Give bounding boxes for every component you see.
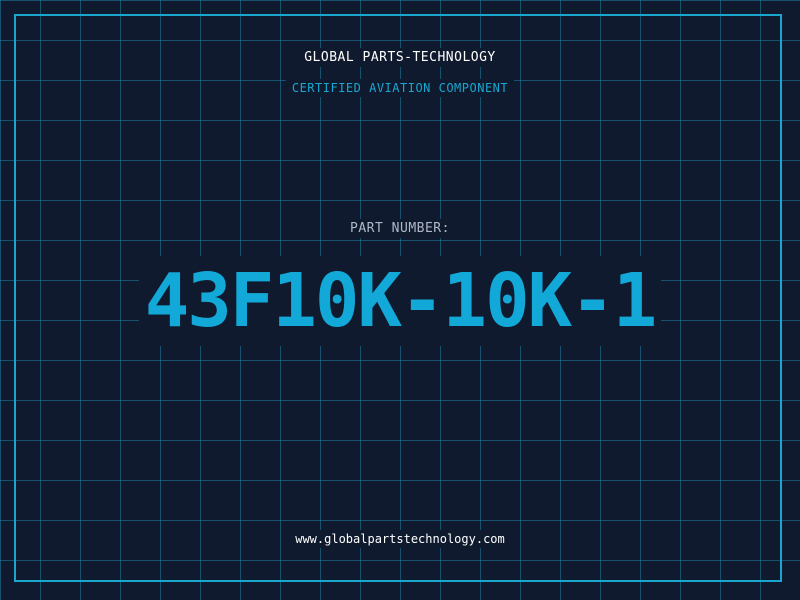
part-number-value: 43F10K-10K-1 (138, 256, 662, 346)
certificate-page: GLOBAL PARTS-TECHNOLOGY CERTIFIED AVIATI… (0, 0, 800, 600)
brand-title: GLOBAL PARTS-TECHNOLOGY (0, 48, 800, 67)
part-number: 43F10K-10K-1 (0, 256, 800, 346)
website-url: www.globalpartstechnology.com (0, 530, 800, 548)
website-url-text: www.globalpartstechnology.com (289, 530, 511, 548)
brand-title-text: GLOBAL PARTS-TECHNOLOGY (298, 48, 502, 67)
subtitle-text: CERTIFIED AVIATION COMPONENT (285, 79, 515, 97)
part-number-label: PART NUMBER: (0, 219, 800, 238)
subtitle: CERTIFIED AVIATION COMPONENT (0, 79, 800, 97)
part-number-label-text: PART NUMBER: (344, 219, 456, 238)
